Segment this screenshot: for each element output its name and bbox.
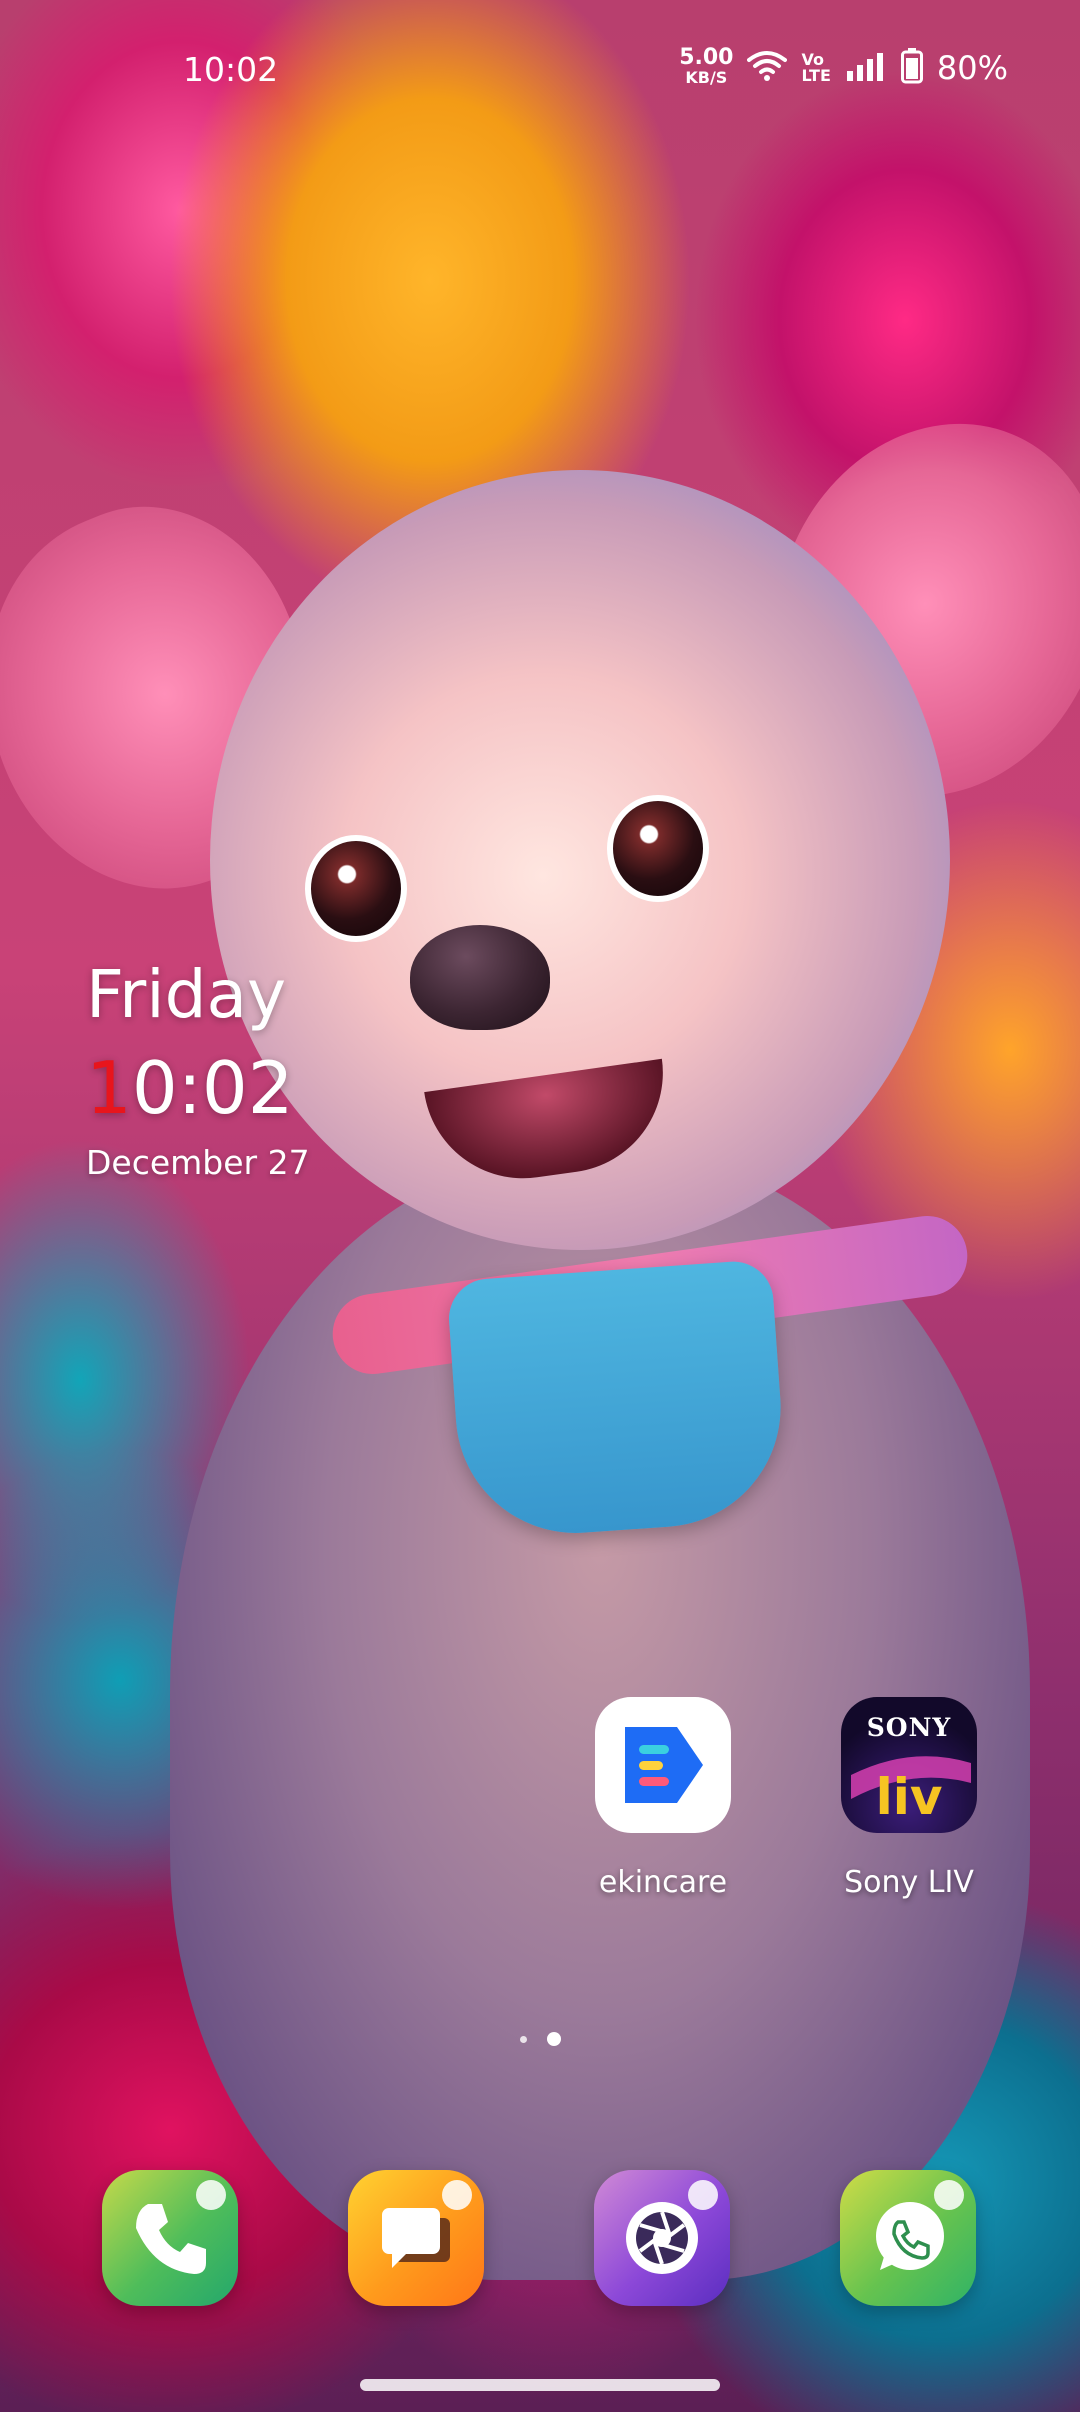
- puppy-nose: [410, 925, 550, 1030]
- volte-bottom: LTE: [801, 66, 831, 85]
- puppy-eye-left: [305, 835, 407, 942]
- camera-icon: [626, 2202, 698, 2274]
- puppy-tag: [446, 1258, 789, 1542]
- clock-widget[interactable]: Friday 10:02 December 27: [86, 955, 310, 1185]
- sony-liv-icon: SONY liv: [841, 1697, 977, 1833]
- messages-icon: [382, 2208, 450, 2268]
- date-label: December 27: [86, 1143, 310, 1182]
- signal-icon: [845, 51, 887, 85]
- day-name: Friday: [86, 956, 287, 1033]
- dock-whatsapp-app[interactable]: [840, 2170, 976, 2306]
- network-speed: 5.00 KB/S: [679, 45, 734, 88]
- dock-camera-app[interactable]: [594, 2170, 730, 2306]
- status-time: 10:02: [183, 50, 279, 89]
- dock-phone-app[interactable]: [102, 2170, 238, 2306]
- app-sony-liv[interactable]: SONY liv Sony LIV: [819, 1697, 999, 1900]
- status-icons: 5.00 KB/S Vo LTE 80%: [679, 45, 1008, 88]
- gesture-navigation-bar[interactable]: [360, 2379, 720, 2391]
- app-label-sony-liv: Sony LIV: [844, 1865, 974, 1900]
- puppy-eye-right: [607, 795, 709, 902]
- network-speed-value: 5.00: [679, 45, 734, 70]
- battery-percent: 80%: [936, 49, 1008, 87]
- sony-liv-icon-bottom-text: liv: [876, 1768, 943, 1826]
- page-dot-1: [519, 2035, 527, 2043]
- volte-indicator: Vo LTE: [801, 52, 830, 84]
- network-speed-unit: KB/S: [685, 68, 728, 87]
- app-label-ekincare: ekincare: [598, 1865, 728, 1900]
- phone-icon: [136, 2204, 206, 2274]
- whatsapp-icon: [876, 2202, 944, 2270]
- status-bar: 10:02 5.00 KB/S Vo LTE 80%: [0, 0, 1080, 140]
- clock-time-first-digit: 1: [86, 1046, 132, 1130]
- dock-messages-app[interactable]: [348, 2170, 484, 2306]
- page-dot-2-active: [546, 2032, 561, 2046]
- page-indicator: [0, 2032, 1080, 2046]
- battery-icon: [900, 48, 923, 88]
- wifi-icon: [747, 50, 788, 86]
- clock-time: 10:02: [86, 1043, 310, 1133]
- wallpaper: [0, 0, 1080, 2412]
- clock-time-rest: 0:02: [131, 1046, 294, 1130]
- ekincare-icon: [595, 1697, 731, 1833]
- app-ekincare[interactable]: ekincare: [573, 1697, 753, 1900]
